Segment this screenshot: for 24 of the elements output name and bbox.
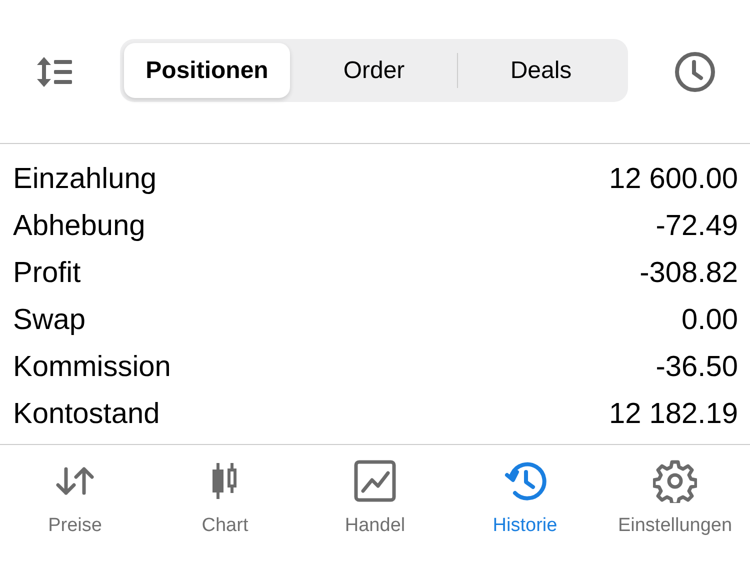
segment-tab[interactable]: Positionen [124, 43, 290, 98]
row-label: Kommission [13, 351, 171, 384]
row-label: Kontostand [13, 398, 160, 431]
sort-icon[interactable] [36, 56, 74, 86]
row-value: 12 182.19 [608, 398, 738, 431]
tab-bar-item[interactable]: Handel [300, 459, 450, 537]
tab-bar-item[interactable]: Einstellungen [600, 459, 750, 537]
row-label: Profit [13, 257, 81, 290]
segment-tab[interactable]: Order [291, 43, 457, 98]
clock-icon[interactable] [674, 50, 716, 92]
line-chart-icon [353, 459, 397, 503]
row-label: Abhebung [13, 210, 146, 243]
settings-icon [653, 459, 697, 503]
row-value: -308.82 [640, 257, 738, 290]
row-label: Swap [13, 304, 86, 337]
row-value: -72.49 [656, 210, 738, 243]
row-value: 12 600.00 [608, 163, 738, 196]
segment-tab[interactable]: Deals [458, 43, 624, 98]
row-value: 0.00 [682, 304, 738, 337]
row-value: -36.50 [656, 351, 738, 384]
row-label: Einzahlung [13, 163, 156, 196]
tab-bar-item[interactable]: Preise [0, 459, 150, 537]
tab-bar-item[interactable]: Historie [450, 459, 600, 537]
tab-bar-item[interactable]: Chart [150, 459, 300, 537]
